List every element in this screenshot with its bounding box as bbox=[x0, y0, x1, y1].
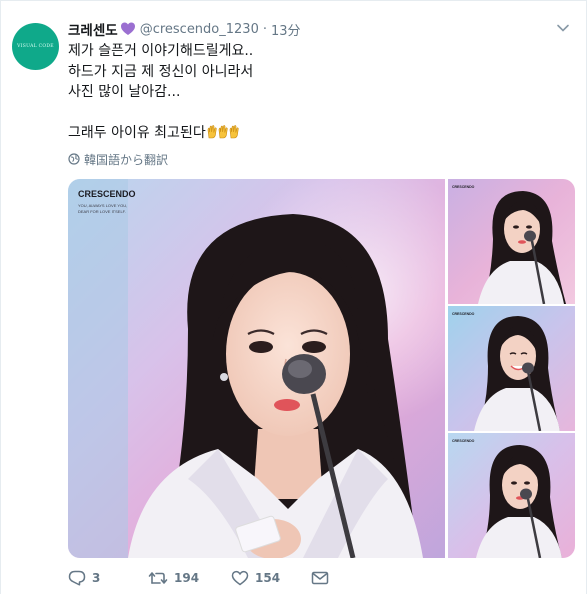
watermark-sub-1: YOU, ALWAYS LOVE YOU, bbox=[78, 203, 127, 208]
photo-thumb-2-image: CRESCENDO bbox=[448, 306, 575, 431]
photo-thumb-1[interactable]: CRESCENDO bbox=[448, 179, 575, 304]
like-count: 154 bbox=[255, 571, 281, 585]
retweet-button[interactable]: 194 bbox=[148, 570, 199, 586]
avatar[interactable]: VISUAL CODE bbox=[12, 23, 59, 70]
heart-icon bbox=[231, 570, 249, 586]
media-grid: CRESCENDO YOU, ALWAYS LOVE YOU, DEAR FOR… bbox=[68, 179, 575, 558]
reply-button[interactable]: 3 bbox=[68, 570, 100, 586]
separator-dot: · bbox=[262, 21, 267, 37]
photo-thumb-2[interactable]: CRESCENDO bbox=[448, 306, 575, 431]
retweet-count: 194 bbox=[174, 571, 200, 585]
photo-thumb-3[interactable]: CRESCENDO bbox=[448, 433, 575, 558]
thumb-2-watermark: CRESCENDO bbox=[452, 312, 475, 316]
tweet-card[interactable]: VISUAL CODE 크레센도 @crescendo_1230 · 13分 제… bbox=[0, 0, 587, 594]
tweet-line-last: 그래두 아이유 최고된다 bbox=[68, 123, 568, 144]
retweet-icon bbox=[148, 572, 168, 584]
avatar-text: VISUAL CODE bbox=[17, 44, 54, 49]
tweet-timestamp[interactable]: 13分 bbox=[271, 20, 301, 39]
tweet-line: 그래두 아이유 최고된다 bbox=[68, 125, 206, 141]
purple-heart-icon bbox=[120, 22, 135, 35]
translate-link[interactable]: 韓国語から翻訳 bbox=[68, 151, 168, 167]
photo-main[interactable]: CRESCENDO YOU, ALWAYS LOVE YOU, DEAR FOR… bbox=[68, 179, 445, 558]
photo-thumb-1-image: CRESCENDO bbox=[448, 179, 575, 304]
photo-main-image: CRESCENDO YOU, ALWAYS LOVE YOU, DEAR FOR… bbox=[68, 179, 445, 558]
reply-icon bbox=[68, 570, 86, 586]
watermark-sub-2: DEAR FOR LOVE ITSELF. bbox=[78, 209, 126, 214]
translate-label: 韓国語から翻訳 bbox=[84, 152, 169, 167]
envelope-icon bbox=[311, 571, 329, 585]
reply-count: 3 bbox=[92, 571, 101, 585]
user-handle[interactable]: @crescendo_1230 bbox=[140, 22, 259, 37]
tweet-header: 크레센도 @crescendo_1230 · 13分 bbox=[68, 19, 301, 40]
tweet-text: 제가 슬픈거 이야기해드릴게요.. 하드가 지금 제 정신이 아니라서 사진 많… bbox=[68, 41, 568, 144]
tweet-line: 제가 슬픈거 이야기해드릴게요.. bbox=[68, 43, 254, 59]
watermark-title: CRESCENDO bbox=[78, 189, 136, 199]
tweet-line: 하드가 지금 제 정신이 아니라서 bbox=[68, 63, 254, 80]
tweet-line: 사진 많이 날아감... bbox=[68, 84, 181, 100]
photo-thumb-3-image: CRESCENDO bbox=[448, 433, 575, 558]
tweet-line bbox=[68, 103, 568, 124]
direct-message-button[interactable] bbox=[311, 570, 329, 586]
raised-hands-icon bbox=[207, 125, 239, 139]
thumb-1-watermark: CRESCENDO bbox=[452, 185, 475, 189]
chevron-down-icon[interactable] bbox=[556, 21, 570, 35]
like-button[interactable]: 154 bbox=[231, 570, 280, 586]
display-name[interactable]: 크레센도 bbox=[68, 19, 118, 39]
globe-icon bbox=[68, 153, 80, 165]
thumb-3-watermark: CRESCENDO bbox=[452, 439, 475, 443]
